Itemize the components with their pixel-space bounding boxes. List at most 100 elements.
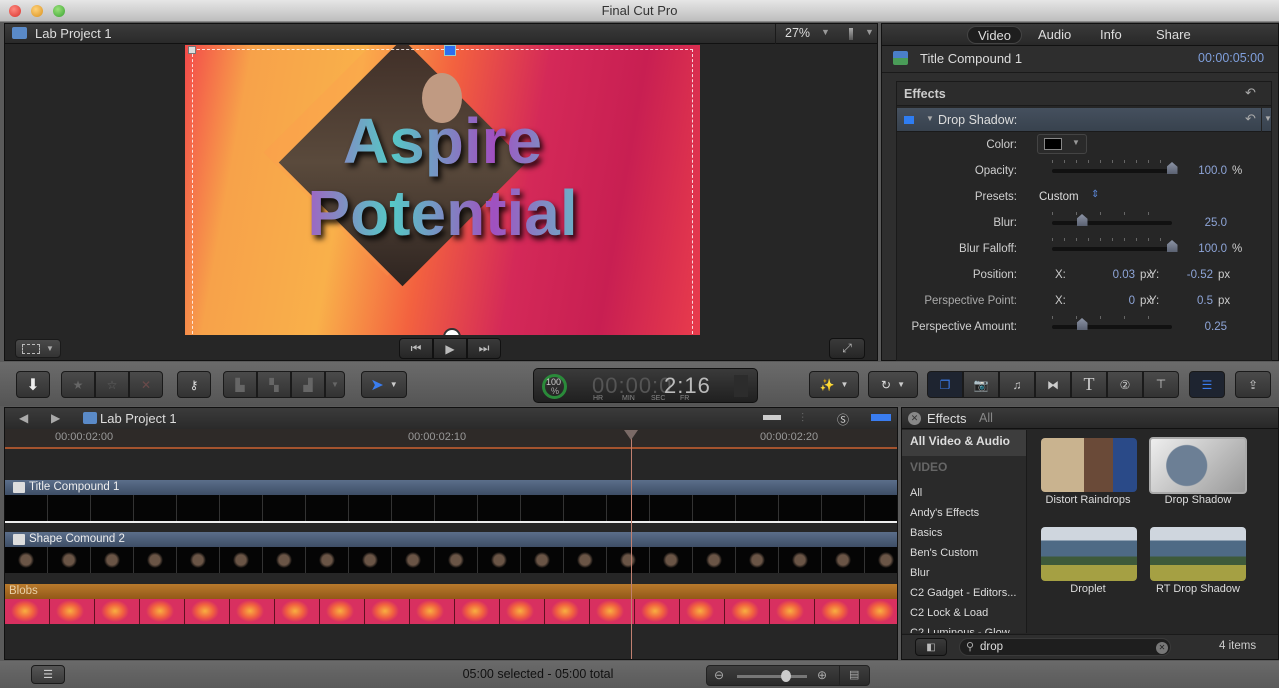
clip-title-compound-1[interactable]: Title Compound 1: [5, 480, 897, 495]
clip-filmstrip-blobs[interactable]: [5, 599, 897, 624]
timeline-ruler[interactable]: 00:00:02:00 00:00:02:10 00:00:02:20: [5, 429, 897, 449]
opacity-slider-thumb[interactable]: [1166, 162, 1178, 174]
tab-share[interactable]: Share: [1146, 26, 1201, 44]
append-clip-button[interactable]: ▟: [291, 371, 325, 398]
favorite-button[interactable]: ★: [61, 371, 95, 398]
play-button[interactable]: ▶: [433, 338, 467, 359]
category-item[interactable]: Andy's Effects: [910, 507, 979, 519]
back-nav-icon[interactable]: ◀: [19, 411, 28, 425]
perspective-amount-slider[interactable]: [1052, 325, 1172, 329]
effect-menu-dropdown-icon[interactable]: ▼: [1264, 114, 1272, 123]
view-options-dropdown-icon[interactable]: ▼: [865, 27, 874, 37]
color-well[interactable]: ▼: [1037, 134, 1087, 154]
disclosure-triangle-icon[interactable]: ▼: [926, 114, 934, 123]
perspective-point-y-value[interactable]: 0.5: [1169, 295, 1213, 307]
transform-handle-top-left[interactable]: [188, 46, 196, 54]
category-item[interactable]: C2 Lock & Load: [910, 607, 988, 619]
zoom-dropdown-icon[interactable]: ▼: [821, 27, 830, 37]
opacity-value[interactable]: 100.0: [1177, 165, 1227, 177]
select-tool-button[interactable]: ➤ ▼: [361, 371, 407, 398]
clip-filmstrip-shape[interactable]: [5, 547, 897, 573]
themes-browser-button[interactable]: ⊤: [1143, 371, 1179, 398]
viewer-zoom-level[interactable]: 27%: [785, 26, 810, 40]
titles-browser-button[interactable]: T: [1071, 371, 1107, 398]
inspector-toggle-button[interactable]: ☰: [1189, 371, 1225, 398]
tab-audio[interactable]: Audio: [1028, 26, 1081, 44]
popup-arrows-icon[interactable]: ⇕: [1091, 189, 1099, 200]
transform-mode-button[interactable]: ▼: [15, 339, 61, 358]
edit-mode-dropdown[interactable]: ▼: [325, 371, 345, 398]
clear-search-icon[interactable]: ✕: [1156, 642, 1168, 654]
forward-nav-icon[interactable]: ▶: [51, 411, 60, 425]
transitions-browser-button[interactable]: ⧓: [1035, 371, 1071, 398]
display-options-icon[interactable]: [849, 28, 853, 40]
close-browser-icon[interactable]: ✕: [908, 412, 921, 425]
timecode-display[interactable]: 100 % 00:00:0 2:16 HR MIN SEC FR: [533, 368, 758, 403]
unrate-button[interactable]: ☆: [95, 371, 129, 398]
media-browser-effects-button[interactable]: ❐: [927, 371, 963, 398]
zoom-slider[interactable]: [737, 675, 807, 678]
opacity-slider[interactable]: [1052, 169, 1172, 173]
previous-frame-button[interactable]: ⏮: [399, 338, 433, 359]
category-item[interactable]: C2 Gadget - Editors...: [910, 587, 1016, 599]
blur-value[interactable]: 25.0: [1177, 217, 1227, 229]
category-item[interactable]: Ben's Custom: [910, 547, 978, 559]
perspective-point-x-value[interactable]: 0: [1087, 295, 1135, 307]
audio-meter-mini[interactable]: [734, 375, 748, 397]
minimize-window-button[interactable]: [31, 5, 43, 17]
solo-icon[interactable]: Ⓢ: [837, 411, 849, 428]
blur-slider[interactable]: [1052, 221, 1172, 225]
perspective-amount-slider-thumb[interactable]: [1076, 318, 1088, 330]
import-button[interactable]: ⬇: [16, 371, 50, 398]
audio-skimming-icon[interactable]: ⫶: [801, 411, 804, 426]
clip-appearance-icon[interactable]: ▤: [849, 668, 859, 681]
clip-filmstrip-title[interactable]: [5, 495, 897, 521]
close-window-button[interactable]: [9, 5, 21, 17]
category-item[interactable]: C2 Luminous - Glow: [910, 627, 1010, 633]
zoom-in-icon[interactable]: ⊕: [817, 668, 827, 682]
enhancements-button[interactable]: ✨ ▼: [809, 371, 859, 398]
blur-falloff-slider-thumb[interactable]: [1166, 240, 1178, 252]
music-browser-button[interactable]: ♫: [999, 371, 1035, 398]
effect-thumb-droplet[interactable]: [1041, 527, 1137, 581]
blur-slider-thumb[interactable]: [1076, 214, 1088, 226]
search-input[interactable]: drop: [980, 641, 1003, 653]
show-sidebar-button[interactable]: ◧: [915, 638, 947, 656]
presets-popup[interactable]: Custom: [1039, 191, 1079, 203]
insert-clip-button[interactable]: ▚: [257, 371, 291, 398]
clip-blobs[interactable]: Blobs: [5, 584, 897, 599]
fullscreen-button[interactable]: ⤢: [829, 338, 865, 359]
generators-browser-button[interactable]: ②: [1107, 371, 1143, 398]
effect-thumb-rt-drop-shadow[interactable]: [1150, 527, 1246, 581]
perspective-amount-value[interactable]: 0.25: [1177, 321, 1227, 333]
retime-button[interactable]: ↻ ▼: [868, 371, 918, 398]
search-field[interactable]: ⚲ drop ✕: [959, 638, 1171, 656]
snapping-icon[interactable]: [871, 414, 891, 421]
tab-video[interactable]: Video: [967, 26, 1023, 44]
drop-shadow-effect-header[interactable]: ▼ Drop Shadow: ↶ ▼: [897, 108, 1272, 132]
tab-info[interactable]: Info: [1090, 26, 1132, 44]
share-button[interactable]: ⇪: [1235, 371, 1271, 398]
zoom-out-icon[interactable]: ⊖: [714, 668, 724, 682]
transform-handle-top-center[interactable]: [444, 45, 456, 56]
effect-enable-checkbox[interactable]: [904, 116, 914, 124]
reset-drop-shadow-icon[interactable]: ↶: [1245, 111, 1256, 127]
effect-thumb-drop-shadow[interactable]: [1149, 437, 1247, 494]
next-frame-button[interactable]: ⏭: [467, 338, 501, 359]
photo-browser-button[interactable]: 📷: [963, 371, 999, 398]
skimming-icon[interactable]: [763, 415, 781, 420]
connect-clip-button[interactable]: ▙: [223, 371, 257, 398]
blur-falloff-value[interactable]: 100.0: [1177, 243, 1227, 255]
category-all-video-audio[interactable]: All Video & Audio: [910, 434, 1010, 448]
category-item[interactable]: Basics: [910, 527, 942, 539]
keyword-button[interactable]: ⚷: [177, 371, 211, 398]
position-x-value[interactable]: 0.03: [1087, 269, 1135, 281]
effect-thumb-distort-raindrops[interactable]: [1041, 438, 1137, 492]
color-dropdown-icon[interactable]: ▼: [1072, 138, 1080, 147]
clip-shape-compound-2[interactable]: Shape Comound 2: [5, 532, 897, 547]
reset-effects-icon[interactable]: ↶: [1245, 85, 1256, 101]
browser-filter[interactable]: All: [979, 411, 993, 425]
position-y-value[interactable]: -0.52: [1169, 269, 1213, 281]
blur-falloff-slider[interactable]: [1052, 247, 1172, 251]
viewer-canvas[interactable]: Aspire Potential: [185, 45, 700, 335]
